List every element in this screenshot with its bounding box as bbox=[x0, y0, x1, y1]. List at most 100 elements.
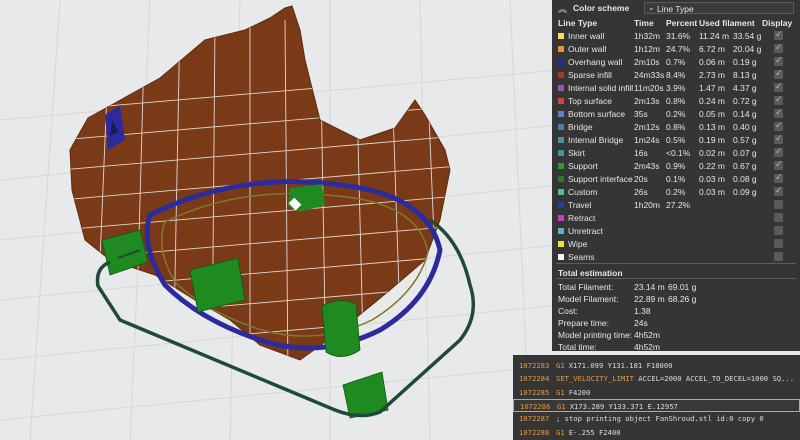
line-type-time: 1h32m bbox=[634, 31, 660, 41]
legend-panel: ︽ Color scheme ⌄ Line Type Line Type Tim… bbox=[552, 0, 800, 352]
stat-label: Total Filament: bbox=[558, 282, 614, 292]
display-checkbox[interactable] bbox=[774, 252, 783, 261]
line-type-time: 2m12s bbox=[634, 122, 660, 132]
stat-row: Model printing time: 4h52m bbox=[552, 329, 800, 341]
line-type-name: Custom bbox=[568, 187, 598, 197]
line-type-weight: 8.13 g bbox=[733, 70, 757, 80]
line-type-time: 35s bbox=[634, 109, 648, 119]
legend-row[interactable]: Support interface 20s 0.1% 0.03 m 0.08 g bbox=[552, 172, 800, 186]
display-checkbox[interactable] bbox=[774, 107, 783, 118]
legend-row[interactable]: Overhang wall 2m10s 0.7% 0.06 m 0.19 g bbox=[552, 55, 800, 69]
line-type-time: 26s bbox=[634, 187, 648, 197]
line-type-name: Bridge bbox=[568, 122, 593, 132]
display-checkbox[interactable] bbox=[774, 42, 783, 53]
gcode-arguments: X173.289 Y133.371 E.12957 bbox=[569, 401, 678, 411]
display-checkbox[interactable] bbox=[774, 133, 783, 144]
display-checkbox[interactable] bbox=[774, 120, 783, 131]
line-type-weight: 0.08 g bbox=[733, 174, 757, 184]
line-type-name: Support interface bbox=[568, 174, 633, 184]
stat-row: Prepare time: 24s bbox=[552, 317, 800, 329]
line-type-time: 1h20m bbox=[634, 200, 660, 210]
legend-row[interactable]: Travel 1h20m 27.2% bbox=[552, 199, 800, 212]
gcode-command: G1 bbox=[556, 427, 565, 437]
color-swatch bbox=[558, 228, 564, 234]
stat-value-secondary: 69.01 g bbox=[668, 282, 697, 292]
legend-row[interactable]: Sparse infill 24m33s 8.4% 2.73 m 8.13 g bbox=[552, 68, 800, 82]
display-checkbox[interactable] bbox=[774, 200, 783, 209]
legend-row[interactable]: Custom 26s 0.2% 0.03 m 0.09 g bbox=[552, 185, 800, 199]
display-checkbox[interactable] bbox=[774, 226, 783, 235]
gcode-viewer[interactable]: 1072283 G1 X171.099 Y131.181 F18000 1072284… bbox=[513, 355, 800, 440]
color-scheme-value: Line Type bbox=[657, 4, 694, 14]
display-checkbox[interactable] bbox=[774, 68, 783, 79]
color-scheme-select[interactable]: ⌄ Line Type bbox=[644, 2, 794, 14]
color-scheme-label: Color scheme bbox=[573, 3, 630, 13]
line-type-name: Wipe bbox=[568, 239, 588, 249]
legend-row[interactable]: Retract bbox=[552, 212, 800, 225]
gcode-command: G1 bbox=[557, 401, 566, 411]
line-type-name: Sparse infill bbox=[568, 70, 612, 80]
line-type-name: Retract bbox=[568, 213, 596, 223]
display-checkbox[interactable] bbox=[774, 159, 783, 170]
color-swatch bbox=[558, 241, 564, 247]
display-checkbox[interactable] bbox=[774, 146, 783, 157]
line-type-length: 0.05 m bbox=[699, 109, 725, 119]
color-swatch bbox=[558, 163, 564, 169]
gcode-line-selected[interactable]: 1072286 G1 X173.289 Y133.371 E.12957 bbox=[513, 398, 800, 412]
line-type-weight: 0.09 g bbox=[733, 187, 757, 197]
color-swatch bbox=[558, 215, 564, 221]
legend-column-headers: Line Type Time Percent Used filament Dis… bbox=[552, 18, 800, 28]
display-checkbox[interactable] bbox=[774, 213, 783, 222]
legend-row[interactable]: Support 2m43s 0.9% 0.22 m 0.67 g bbox=[552, 159, 800, 173]
line-type-length: 0.06 m bbox=[699, 57, 725, 67]
line-type-name: Travel bbox=[568, 200, 592, 210]
legend-row[interactable]: Outer wall 1h12m 24.7% 6.72 m 20.04 g bbox=[552, 42, 800, 56]
line-type-weight: 0.19 g bbox=[733, 57, 757, 67]
line-type-percent: 27.2% bbox=[666, 200, 691, 210]
line-type-percent: 3.9% bbox=[666, 83, 686, 93]
col-used-filament: Used filament bbox=[699, 18, 755, 28]
legend-row[interactable]: Wipe bbox=[552, 238, 800, 251]
gcode-line-number: 1072283 bbox=[519, 361, 550, 370]
display-checkbox[interactable] bbox=[774, 81, 783, 92]
legend-row[interactable]: Unretract bbox=[552, 225, 800, 238]
line-type-name: Unretract bbox=[568, 226, 603, 236]
line-type-time: 2m10s bbox=[634, 57, 660, 67]
gcode-line[interactable]: 1072284 SET_VELOCITY_LIMIT ACCEL=2000 ACCE… bbox=[513, 372, 800, 385]
col-percent: Percent bbox=[666, 18, 698, 28]
gcode-line[interactable]: 1072285 G1 F4200 bbox=[513, 386, 800, 399]
chevron-up-icon[interactable]: ︽ bbox=[558, 2, 567, 15]
line-type-name: Support bbox=[568, 161, 598, 171]
line-type-weight: 0.67 g bbox=[733, 161, 757, 171]
color-swatch bbox=[558, 176, 564, 182]
gcode-arguments: ; stop printing object FanShroud.stl id:… bbox=[556, 414, 764, 424]
legend-row[interactable]: Top surface 2m13s 0.8% 0.24 m 0.72 g bbox=[552, 94, 800, 108]
display-checkbox[interactable] bbox=[774, 172, 783, 183]
legend-row[interactable]: Bottom surface 35s 0.2% 0.05 m 0.14 g bbox=[552, 107, 800, 121]
gcode-line[interactable]: 1072288 G1 E-.255 F2400 bbox=[513, 426, 800, 439]
display-checkbox[interactable] bbox=[774, 185, 783, 196]
display-checkbox[interactable] bbox=[774, 55, 783, 66]
legend-row[interactable]: Inner wall 1h32m 31.6% 11.24 m 33.54 g bbox=[552, 29, 800, 43]
color-swatch bbox=[558, 59, 564, 65]
total-estimation-title: Total estimation bbox=[558, 268, 623, 278]
gcode-line[interactable]: 1072287 ; stop printing object FanShroud.… bbox=[513, 412, 800, 425]
line-type-name: Overhang wall bbox=[568, 57, 623, 67]
line-type-length: 0.03 m bbox=[699, 187, 725, 197]
legend-row[interactable]: Skirt 16s <0.1% 0.02 m 0.07 g bbox=[552, 146, 800, 160]
legend-header: ︽ Color scheme ⌄ Line Type bbox=[552, 0, 800, 16]
chevron-down-icon: ⌄ bbox=[648, 3, 655, 12]
line-type-time: 1m24s bbox=[634, 135, 660, 145]
line-type-time: 2m13s bbox=[634, 96, 660, 106]
line-type-weight: 0.72 g bbox=[733, 96, 757, 106]
color-swatch bbox=[558, 150, 564, 156]
display-checkbox[interactable] bbox=[774, 29, 783, 40]
gcode-line[interactable]: 1072283 G1 X171.099 Y131.181 F18000 bbox=[513, 359, 800, 372]
display-checkbox[interactable] bbox=[774, 94, 783, 105]
legend-row[interactable]: Bridge 2m12s 0.8% 0.13 m 0.40 g bbox=[552, 120, 800, 134]
display-checkbox[interactable] bbox=[774, 239, 783, 248]
gcode-command: SET_VELOCITY_LIMIT bbox=[556, 374, 634, 384]
legend-row[interactable]: Internal solid infill 11m20s 3.9% 1.47 m 4.3… bbox=[552, 81, 800, 95]
legend-row[interactable]: Internal Bridge 1m24s 0.5% 0.19 m 0.57 g bbox=[552, 133, 800, 147]
line-type-length: 6.72 m bbox=[699, 44, 725, 54]
